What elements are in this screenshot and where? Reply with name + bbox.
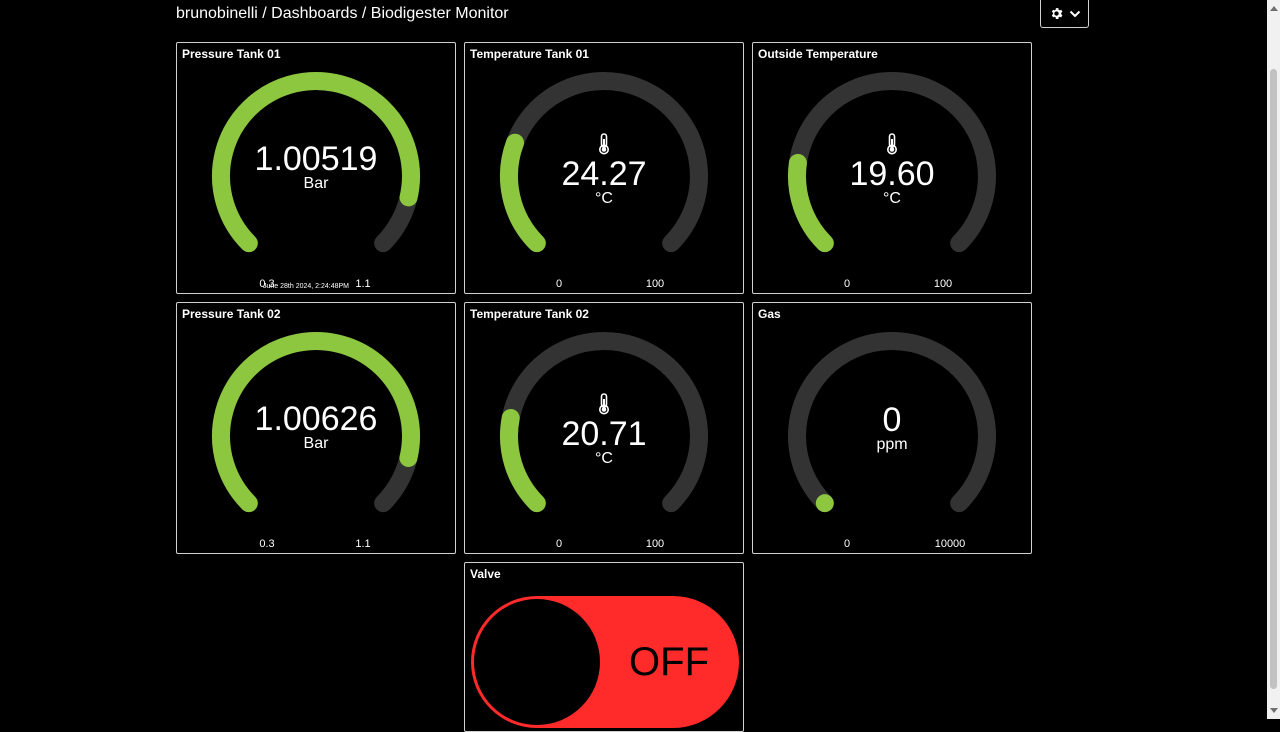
gauge-track: [788, 72, 996, 253]
temperature-gauge: [500, 72, 708, 253]
pressure-gauge: [212, 72, 420, 253]
widget-temperature-tank-02: Temperature Tank 02 20.71 °C 0 100: [464, 302, 744, 554]
gauge-track: [788, 332, 996, 513]
gauge-max-label: 10000: [934, 538, 966, 550]
gauge-track: [500, 332, 708, 513]
widget-outside-temperature: Outside Temperature 19.60 °C 0 100: [752, 42, 1032, 294]
gauge-min-label: 0: [555, 278, 563, 290]
page-scrollbar[interactable]: [1267, 0, 1280, 719]
last-update-timestamp: June 28th 2024, 2:24:48PM: [263, 283, 350, 290]
widget-gas: Gas 0 ppm 0 10000: [752, 302, 1032, 554]
widget-pressure-tank-01: Pressure Tank 01 1.00519 Bar 0.3 1.1 Jun…: [176, 42, 456, 294]
gas-gauge: [788, 332, 996, 513]
scrollbar-thumb[interactable]: [1270, 69, 1277, 689]
gauge-min-label: 0: [555, 538, 563, 550]
settings-menu-button[interactable]: [1040, 0, 1089, 28]
valve-switch-knob: [474, 599, 600, 725]
gauge-min-label: 0.3: [259, 538, 275, 550]
gear-icon: [1051, 8, 1062, 19]
widget-valve: Valve OFF: [464, 562, 744, 732]
temperature-gauge: [500, 332, 708, 513]
gauge-max-label: 100: [933, 278, 953, 290]
gauge-track: [500, 72, 708, 253]
valve-state-label: OFF: [629, 640, 709, 684]
gauge-max-label: 100: [645, 278, 665, 290]
scroll-up-arrow[interactable]: [1270, 6, 1278, 11]
scroll-down-arrow[interactable]: [1270, 708, 1278, 713]
gauge-min-label: 0: [843, 278, 851, 290]
gauge-fill-dot: [815, 494, 834, 513]
pressure-gauge: [212, 332, 420, 513]
gauge-fill-arc: [212, 72, 420, 253]
valve-toggle-switch[interactable]: OFF: [471, 596, 739, 728]
gauge-fill-arc: [500, 133, 546, 253]
gauge-max-label: 100: [645, 538, 665, 550]
temperature-gauge: [788, 72, 996, 253]
gauge-min-label: 0: [843, 538, 851, 550]
gauge-fill-arc: [212, 332, 420, 513]
gauge-max-label: 1.1: [355, 278, 371, 290]
gauge-fill-arc: [788, 153, 834, 253]
breadcrumb: brunobinelli / Dashboards / Biodigester …: [176, 5, 509, 22]
gauge-max-label: 1.1: [355, 538, 371, 550]
widget-temperature-tank-01: Temperature Tank 01 24.27 °C 0 100: [464, 42, 744, 294]
gauge-fill-arc: [500, 409, 546, 513]
widget-pressure-tank-02: Pressure Tank 02 1.00626 Bar 0.3 1.1: [176, 302, 456, 554]
widget-title: Valve: [470, 567, 501, 581]
chevron-down-icon: [1069, 10, 1080, 17]
